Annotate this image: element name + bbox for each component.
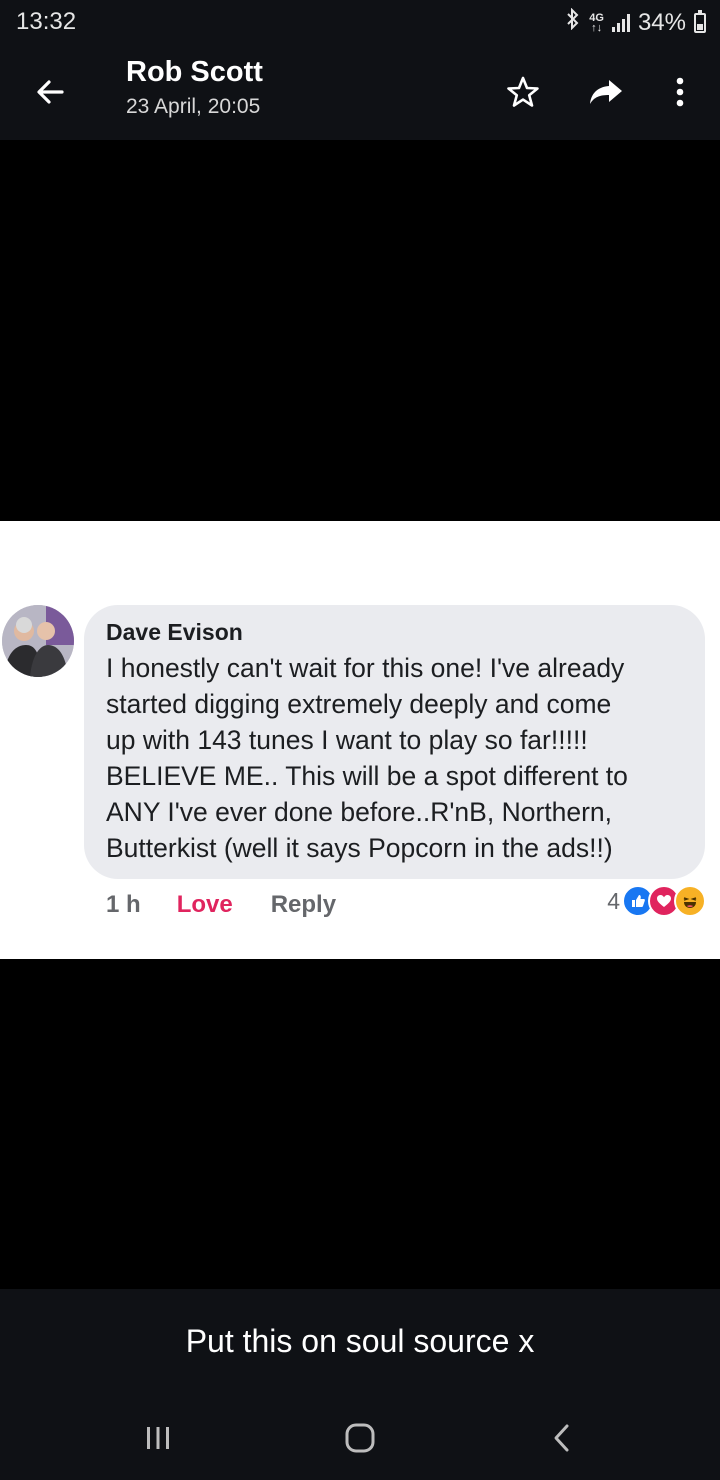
battery-percent: 34% (637, 8, 686, 36)
recents-button[interactable] (128, 1414, 188, 1462)
forward-icon (590, 80, 622, 104)
comment-time: 1 h (106, 891, 141, 918)
photo-caption: Put this on soul source x (185, 1323, 535, 1359)
network-type-label: 4G ↑↓ (589, 11, 604, 34)
back-arrow-icon (37, 80, 64, 104)
comment-text: I honestly can't wait for this one! I've… (106, 653, 628, 863)
forward-button[interactable] (580, 66, 632, 118)
sender-name: Rob Scott (126, 56, 263, 88)
comment-image: Dave Evison I honestly can't wait for th… (0, 521, 720, 959)
haha-icon (674, 885, 706, 917)
reaction-summary: 4 (607, 885, 706, 917)
caption-area: Put this on soul source x (0, 1289, 720, 1396)
photo-top-area[interactable] (0, 140, 720, 521)
home-button[interactable] (330, 1414, 390, 1462)
photo-bottom-area[interactable] (0, 959, 720, 1289)
star-icon (507, 76, 539, 107)
recents-icon (147, 1427, 169, 1449)
nav-back-button[interactable] (532, 1414, 592, 1462)
battery-icon (694, 9, 706, 33)
more-vert-icon (676, 77, 684, 107)
back-button[interactable] (24, 66, 76, 118)
navigation-bar (0, 1396, 720, 1480)
back-icon (554, 1424, 569, 1452)
more-options-button[interactable] (654, 66, 706, 118)
love-reaction-label: Love (176, 891, 233, 918)
comment-bubble: Dave Evison I honestly can't wait for th… (84, 605, 705, 879)
bluetooth-icon (565, 7, 581, 37)
reply-label: Reply (270, 891, 337, 918)
status-bar: 13:32 4G ↑↓ 34% (0, 0, 720, 44)
sent-date: 23 April, 20:05 (126, 95, 261, 118)
app-bar: Rob Scott 23 April, 20:05 (0, 44, 720, 140)
title-block: Rob Scott 23 April, 20:05 (126, 56, 263, 119)
avatar (2, 605, 74, 677)
star-button[interactable] (497, 66, 549, 118)
signal-icon (611, 13, 630, 32)
status-time: 13:32 (16, 8, 77, 35)
status-icons: 4G ↑↓ 34% (565, 7, 706, 37)
comment-author: Dave Evison (106, 619, 243, 645)
home-icon (345, 1423, 375, 1453)
reaction-count: 4 (607, 887, 620, 914)
comment-actions: 1 h Love Reply (106, 891, 336, 919)
